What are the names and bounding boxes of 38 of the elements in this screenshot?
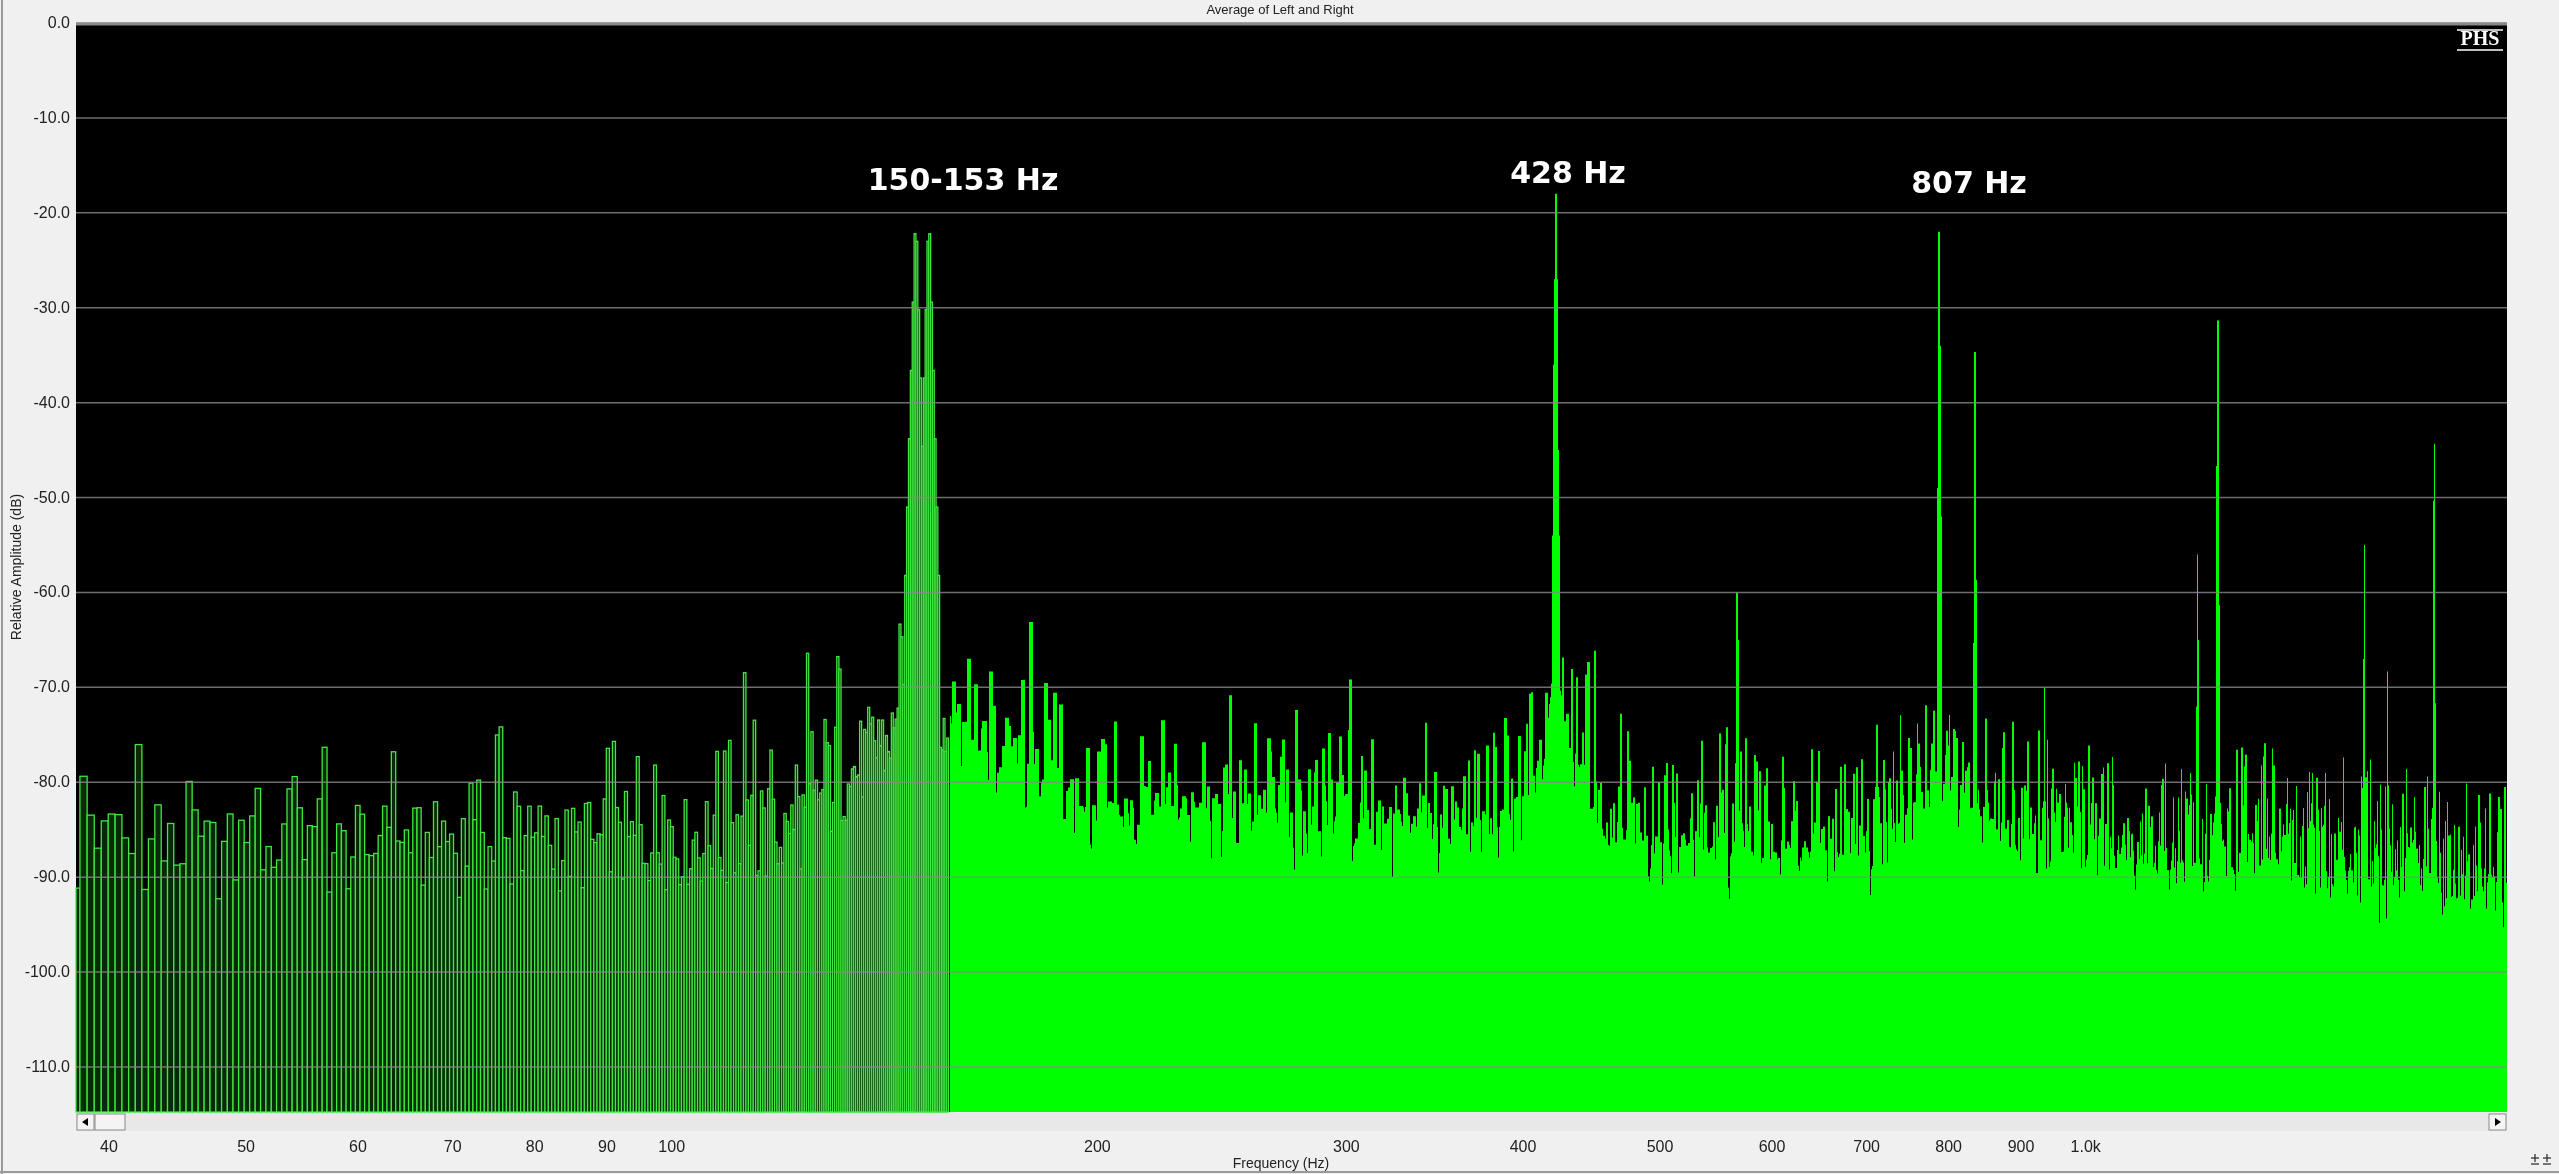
- axis-tick-label: 400: [1509, 1138, 1537, 1155]
- scrollbar-thumb[interactable]: [94, 1113, 126, 1131]
- axis-tick-label: -70.0: [33, 678, 70, 696]
- axis-tick-label: -110.0: [25, 1058, 70, 1075]
- axis-tick-label: 60: [349, 1138, 367, 1155]
- axis-tick-label: 0.0: [47, 14, 70, 31]
- axis-tick-label: 100: [658, 1138, 686, 1155]
- axis-tick-label: -20.0: [33, 203, 70, 221]
- axis-tick-label: 90: [598, 1138, 616, 1155]
- axis-tick-label: -100.0: [24, 963, 70, 981]
- axis-tick-label: 80: [525, 1138, 544, 1155]
- axis-tick-label: 1.0k: [2070, 1138, 2101, 1155]
- axis-tick-label: 700: [1853, 1138, 1880, 1155]
- scroll-right-button[interactable]: [2488, 1113, 2507, 1131]
- axis-tick-label: -60.0: [33, 583, 70, 601]
- axis-tick-label: -40.0: [33, 393, 70, 411]
- axis-tick-label: 50: [237, 1138, 255, 1155]
- axis-label: Frequency (Hz): [1232, 1155, 1330, 1171]
- axis-tick-label: 800: [1935, 1138, 1962, 1155]
- axis-tick-label: 40: [100, 1138, 118, 1155]
- axis-label: Relative Amplitude (dB): [8, 493, 24, 641]
- axis-tick-label: 500: [1646, 1138, 1674, 1155]
- axis-tick-label: -50.0: [33, 488, 70, 506]
- peak-label: 428 Hz: [1510, 155, 1626, 190]
- axis-tick-label: 600: [1758, 1138, 1786, 1155]
- axis-tick-label: -80.0: [33, 773, 70, 791]
- axis-tick-label: -30.0: [33, 298, 70, 316]
- axis-tick-label: 300: [1333, 1138, 1360, 1155]
- logo: PHS: [2456, 27, 2504, 51]
- axis-tick-label: -90.0: [33, 868, 70, 886]
- peak-label: 807 Hz: [1911, 165, 2027, 200]
- axis-tick-label: 200: [1084, 1138, 1111, 1155]
- peak-label: 150-153 Hz: [867, 162, 1059, 197]
- axis-tick-label: -10.0: [33, 108, 70, 126]
- axis-tick-label: 900: [2007, 1138, 2035, 1155]
- scroll-left-button[interactable]: [76, 1113, 95, 1131]
- axis-tick-label: 70: [443, 1138, 462, 1155]
- chart-title: Average of Left and Right: [1206, 2, 1354, 17]
